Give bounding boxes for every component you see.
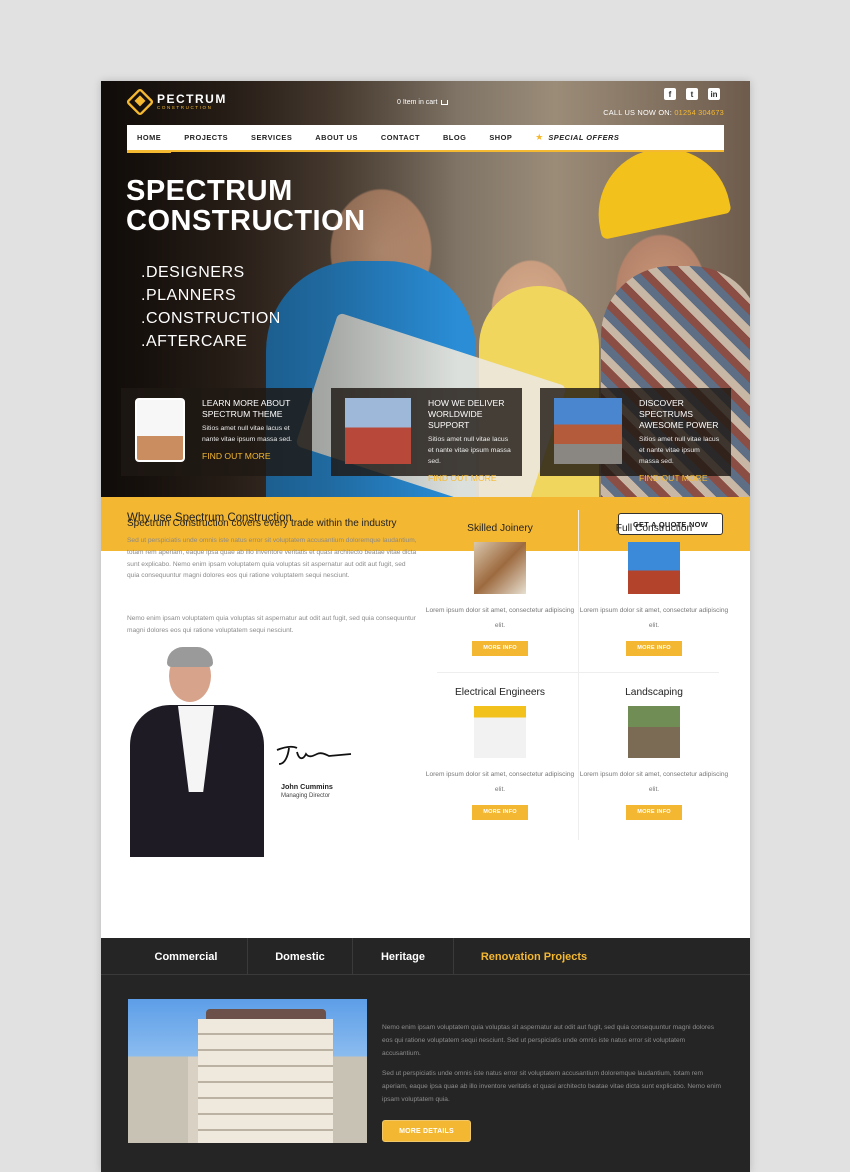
logo-title: PECTRUM <box>157 92 227 106</box>
find-out-more-link[interactable]: FIND OUT MORE <box>202 451 302 461</box>
call-number[interactable]: 01254 304673 <box>674 108 724 117</box>
nav-projects[interactable]: PROJECTS <box>184 133 228 142</box>
find-out-more-link[interactable]: FIND OUT MORE <box>639 473 721 483</box>
nav-about-us[interactable]: ABOUT US <box>315 133 358 142</box>
cart-link[interactable]: 0 Item in cart <box>397 99 449 106</box>
hero-list: .DESIGNERS .PLANNERS .CONSTRUCTION .AFTE… <box>141 261 281 353</box>
more-info-button[interactable]: MORE INFO <box>626 805 682 821</box>
more-info-button[interactable]: MORE INFO <box>472 805 528 821</box>
feature-box: LEARN MORE ABOUT SPECTRUM THEME Sitios a… <box>121 388 312 476</box>
tab-heritage[interactable]: Heritage <box>353 938 454 975</box>
tab-commercial[interactable]: Commercial <box>101 938 248 975</box>
social-links: f t in <box>664 88 720 100</box>
feature-heading: LEARN MORE ABOUT SPECTRUM THEME <box>202 398 291 419</box>
feature-heading: DISCOVER SPECTRUMS AWESOME POWER <box>639 398 719 430</box>
hero-list-item: .CONSTRUCTION <box>141 310 281 327</box>
hero-list-item: .AFTERCARE <box>141 333 248 350</box>
hero-banner: PECTRUM CONSTRUCTION 0 Item in cart f t … <box>101 81 750 497</box>
facebook-icon[interactable]: f <box>664 88 676 100</box>
nav-contact[interactable]: CONTACT <box>381 133 420 142</box>
call-label: CALL US NOW ON: <box>603 108 673 117</box>
cart-text: 0 Item in cart <box>397 99 438 106</box>
linkedin-icon[interactable]: in <box>708 88 720 100</box>
cart-icon <box>441 99 449 105</box>
logo-icon <box>125 87 155 117</box>
tab-domestic[interactable]: Domestic <box>248 938 353 975</box>
feature-description: Sitios amet null vitae lacus et nante vi… <box>639 436 720 465</box>
tab-renovation-projects[interactable]: Renovation Projects <box>454 938 614 975</box>
site-logo[interactable]: PECTRUM CONSTRUCTION <box>125 87 227 117</box>
star-icon: ★ <box>535 132 544 142</box>
nav-special-offers[interactable]: SPECIAL OFFERS <box>548 133 619 142</box>
hero-list-item: .PLANNERS <box>141 287 237 304</box>
feature-description: Sitios amet null vitae lacus et nante vi… <box>428 436 511 465</box>
more-details-button[interactable]: MORE DETAILS <box>382 1120 471 1142</box>
more-info-button[interactable]: MORE INFO <box>626 641 682 657</box>
main-navigation: HOME PROJECTS SERVICES ABOUT US CONTACT … <box>126 125 724 153</box>
tablet-image <box>135 398 185 462</box>
feature-heading: HOW WE DELIVER WORLDWIDE SUPPORT <box>428 398 505 430</box>
hero-list-item: .DESIGNERS <box>141 264 245 281</box>
house-image <box>554 398 622 464</box>
more-info-button[interactable]: MORE INFO <box>472 641 528 657</box>
nav-shop[interactable]: SHOP <box>489 133 512 142</box>
feature-box: HOW WE DELIVER WORLDWIDE SUPPORT Sitios … <box>331 388 522 483</box>
quote-bar: Spectrum Construction covers every trade… <box>101 497 750 551</box>
find-out-more-link[interactable]: FIND OUT MORE <box>428 473 512 483</box>
get-quote-button[interactable]: GET A QUOTE NOW <box>618 513 723 535</box>
feature-box: DISCOVER SPECTRUMS AWESOME POWER Sitios … <box>540 388 731 483</box>
feature-description: Sitios amet null vitae lacus et nante vi… <box>202 425 292 443</box>
hero-title: SPECTRUM CONSTRUCTION <box>126 175 366 237</box>
nav-services[interactable]: SERVICES <box>251 133 292 142</box>
workers-image <box>345 398 411 464</box>
nav-blog[interactable]: BLOG <box>443 133 466 142</box>
nav-home[interactable]: HOME <box>126 133 172 153</box>
web-page: PECTRUM CONSTRUCTION 0 Item in cart f t … <box>101 81 750 1172</box>
quote-text: Spectrum Construction covers every trade… <box>127 518 397 529</box>
call-now: CALL US NOW ON: 01254 304673 <box>603 108 724 117</box>
twitter-icon[interactable]: t <box>686 88 698 100</box>
